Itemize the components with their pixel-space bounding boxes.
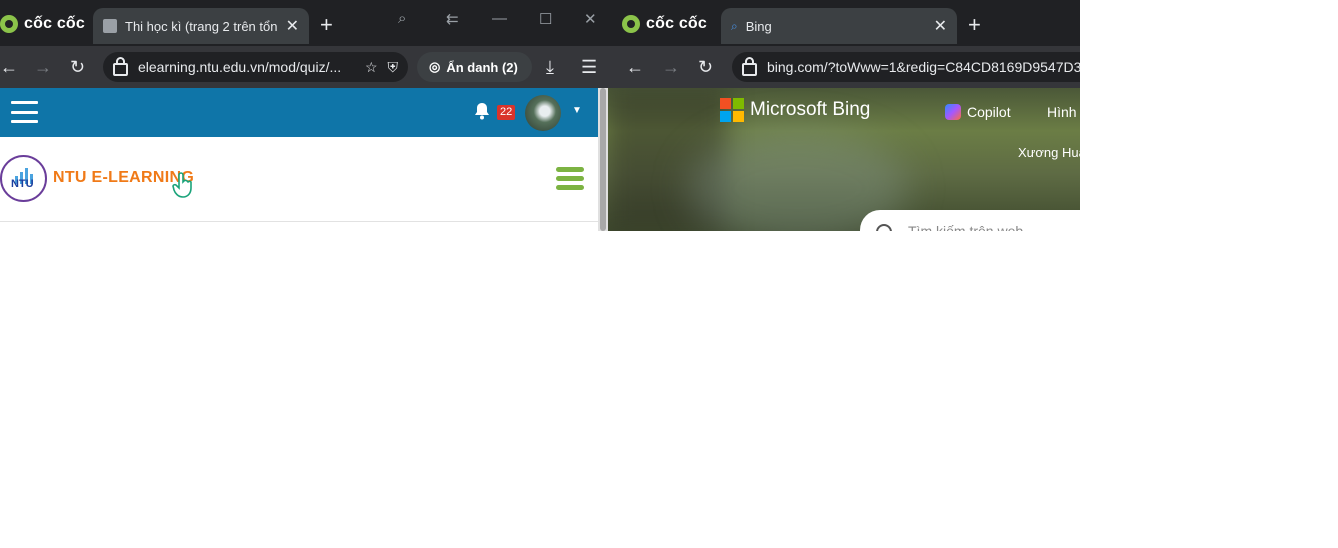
coccoc-logo-icon xyxy=(622,15,640,33)
ntu-logo-text: NTU xyxy=(11,178,34,190)
search-placeholder: Tìm kiếm trên web xyxy=(908,223,1024,231)
caret-down-icon[interactable]: ▼ xyxy=(572,105,582,116)
coccoc-brand[interactable]: cốc cốc xyxy=(0,12,85,36)
brand-label: cốc cốc xyxy=(646,15,707,32)
copilot-icon xyxy=(945,104,961,120)
page-content: 22 ▼ NTU NTU E-LEARNING xyxy=(0,88,608,231)
pointer-hand-icon xyxy=(172,172,192,198)
favicon-icon xyxy=(103,19,117,33)
main-menu-button[interactable] xyxy=(556,167,584,190)
search-box[interactable]: Tìm kiếm trên web xyxy=(860,210,1080,231)
tab-strip: cốc cốc ⌕ Bing ✕ + xyxy=(608,0,1080,46)
site-topbar: 22 ▼ xyxy=(0,88,598,137)
shield-icon[interactable]: ⛨ xyxy=(388,59,399,76)
star-icon[interactable]: ☆ xyxy=(365,59,378,76)
tab-title: Bing xyxy=(745,18,772,34)
tab-quiz[interactable]: Thi học kì (trang 2 trên tổng số ✕ xyxy=(93,8,309,44)
ntu-logo[interactable]: NTU xyxy=(0,155,47,202)
site-header: NTU NTU E-LEARNING xyxy=(0,137,598,222)
coccoc-logo-icon xyxy=(0,15,18,33)
tab-close-icon[interactable]: ✕ xyxy=(934,16,947,36)
incognito-label: Ẩn danh (2) xyxy=(446,59,518,75)
download-icon[interactable]: ⤓ xyxy=(546,57,554,78)
lock-icon xyxy=(113,57,128,76)
address-text: bing.com/?toWww=1&redig=C84CD8169D9547D3… xyxy=(767,59,1080,75)
tab-strip: cốc cốc Thi học kì (trang 2 trên tổng số… xyxy=(0,0,608,46)
close-window-icon[interactable]: ✕ xyxy=(584,10,597,28)
copilot-label: Copilot xyxy=(967,104,1011,120)
bell-icon[interactable] xyxy=(474,102,490,120)
brand-label: cốc cốc xyxy=(24,15,85,32)
incognito-badge[interactable]: ◎ Ẩn danh (2) xyxy=(417,52,532,82)
browser-window-elearning: cốc cốc Thi học kì (trang 2 trên tổng số… xyxy=(0,0,608,231)
notification-badge: 22 xyxy=(497,105,516,120)
bing-title[interactable]: Microsoft Bing xyxy=(750,99,870,121)
screen-search-icon[interactable]: ⌕ xyxy=(398,10,406,27)
address-bar[interactable]: bing.com/?toWww=1&redig=C84CD8169D9547D3… xyxy=(732,52,1080,82)
back-icon[interactable]: ← xyxy=(0,57,18,78)
reload-icon[interactable]: ↻ xyxy=(70,57,85,78)
toolbar: ← → ↻ bing.com/?toWww=1&redig=C84CD8169D… xyxy=(608,46,1080,88)
new-tab-button[interactable]: + xyxy=(968,12,981,38)
toolbar: ← → ↻ elearning.ntu.edu.vn/mod/quiz/... … xyxy=(0,46,608,88)
incognito-icon: ◎ xyxy=(429,59,441,74)
location-label: Xương Huâ xyxy=(1018,145,1080,160)
back-icon[interactable]: ← xyxy=(626,57,644,78)
lock-icon xyxy=(742,57,757,76)
menu-icon[interactable]: ☰ xyxy=(581,57,597,78)
microsoft-logo-icon[interactable] xyxy=(720,98,744,122)
forward-icon[interactable]: → xyxy=(662,57,680,78)
back-forward-icon[interactable]: ⇇ xyxy=(446,10,459,28)
copilot-link[interactable]: Copilot xyxy=(945,104,1011,120)
coccoc-brand[interactable]: cốc cốc xyxy=(622,12,707,36)
user-avatar[interactable] xyxy=(525,95,561,131)
address-bar[interactable]: elearning.ntu.edu.vn/mod/quiz/... ☆ ⛨ xyxy=(103,52,408,82)
nav-drawer-button[interactable] xyxy=(11,101,38,123)
maximize-icon[interactable]: ☐ xyxy=(539,10,552,28)
bing-page: Microsoft Bing Copilot Hình ả Xương Huâ … xyxy=(608,88,1080,231)
browser-window-bing: cốc cốc ⌕ Bing ✕ + ← → ↻ bing.com/?toWww… xyxy=(608,0,1080,231)
reload-icon[interactable]: ↻ xyxy=(698,57,713,78)
new-tab-button[interactable]: + xyxy=(320,12,333,38)
tab-bing[interactable]: ⌕ Bing ✕ xyxy=(721,8,957,44)
minimize-icon[interactable]: — xyxy=(492,10,507,27)
address-text: elearning.ntu.edu.vn/mod/quiz/... xyxy=(138,59,342,75)
tab-title: Thi học kì (trang 2 trên tổng số xyxy=(125,18,278,34)
scrollbar[interactable] xyxy=(598,88,608,231)
images-link[interactable]: Hình ả xyxy=(1047,104,1080,120)
forward-icon[interactable]: → xyxy=(34,57,52,78)
tab-close-icon[interactable]: ✕ xyxy=(286,16,299,36)
search-icon xyxy=(876,224,892,231)
search-icon: ⌕ xyxy=(731,18,738,33)
